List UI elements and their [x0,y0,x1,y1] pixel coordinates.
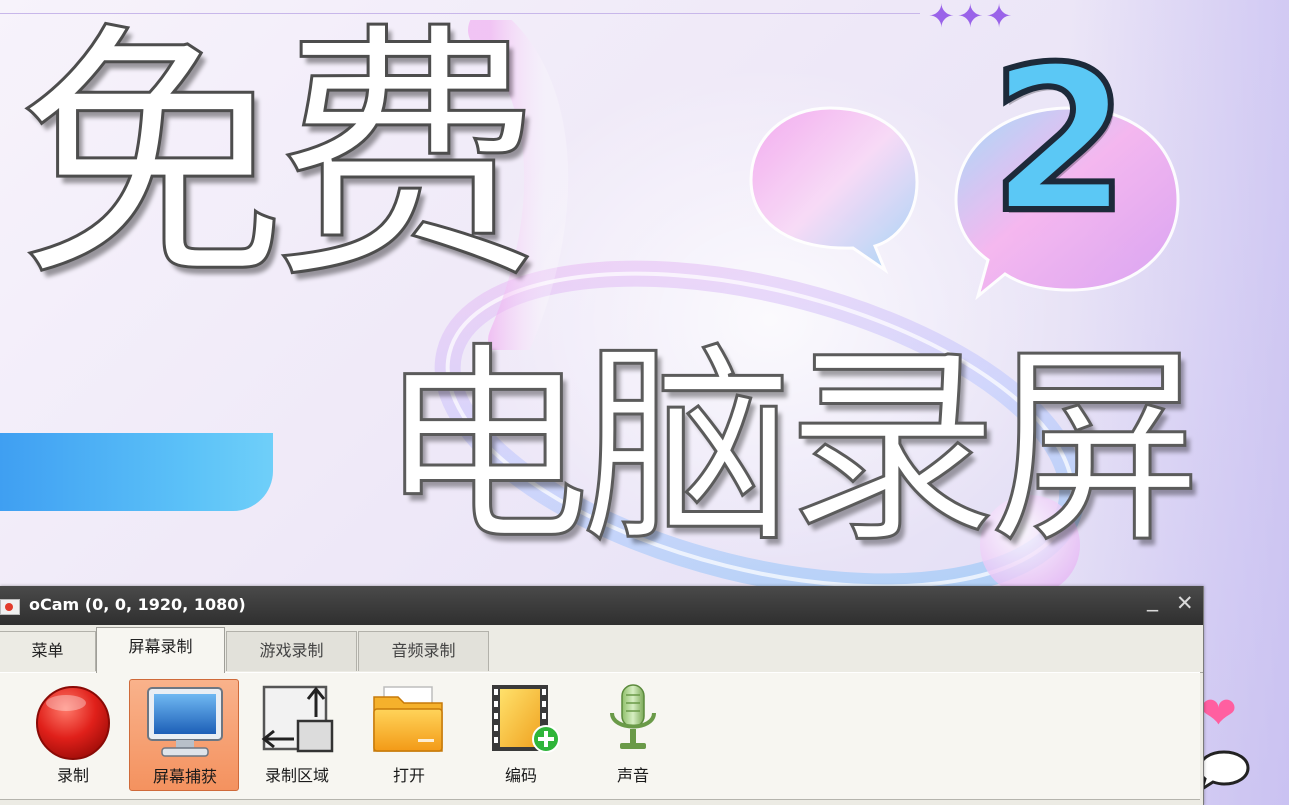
sound-button[interactable]: 声音 [578,679,688,791]
chat-bubble-icon [1198,750,1250,792]
window-titlebar[interactable]: oCam (0, 0, 1920, 1080) _ ✕ [0,586,1203,625]
app-icon [0,599,20,615]
minimize-button[interactable]: _ [1147,588,1158,612]
folder-icon [373,686,443,752]
film-add-icon [492,685,560,753]
tab-screen-record[interactable]: 屏幕录制 [96,627,225,673]
codec-button[interactable]: 编码 [466,679,576,791]
record-region-button[interactable]: 录制区域 [242,679,352,791]
episode-number: 2 [987,24,1132,257]
banner-title: 免费 [15,0,544,315]
accent-bar [0,433,273,511]
screen-capture-label: 屏幕捕获 [152,767,217,786]
ocam-window: oCam (0, 0, 1920, 1080) _ ✕ 菜单 屏幕录制 游戏录制… [0,586,1204,805]
close-button[interactable]: ✕ [1176,591,1194,615]
tab-game-record[interactable]: 游戏录制 [226,631,357,671]
record-region-label: 录制区域 [264,766,329,785]
record-icon [36,686,110,760]
tab-audio-record[interactable]: 音频录制 [358,631,489,671]
open-label: 打开 [392,766,425,785]
window-title: oCam (0, 0, 1920, 1080) [29,595,246,614]
record-region-icon [261,685,334,753]
toolbar: 录制 屏幕捕获 录制区域 打开 编码 声音 [0,672,1200,800]
codec-label: 编码 [504,766,537,785]
tab-bar: 菜单 屏幕录制 游戏录制 音频录制 [0,625,1203,673]
heart-icon: ❤ [1200,688,1237,739]
monitor-icon [147,687,223,757]
microphone-icon [610,684,656,749]
speech-bubble-decoration [749,106,919,275]
sound-label: 声音 [616,766,649,785]
record-label: 录制 [56,766,89,785]
tab-menu[interactable]: 菜单 [0,631,96,671]
open-button[interactable]: 打开 [354,679,464,791]
screen-capture-button[interactable]: 屏幕捕获 [129,679,239,791]
banner-subtitle: 电脑录屏 [377,324,1204,571]
record-button[interactable]: 录制 [18,679,128,791]
